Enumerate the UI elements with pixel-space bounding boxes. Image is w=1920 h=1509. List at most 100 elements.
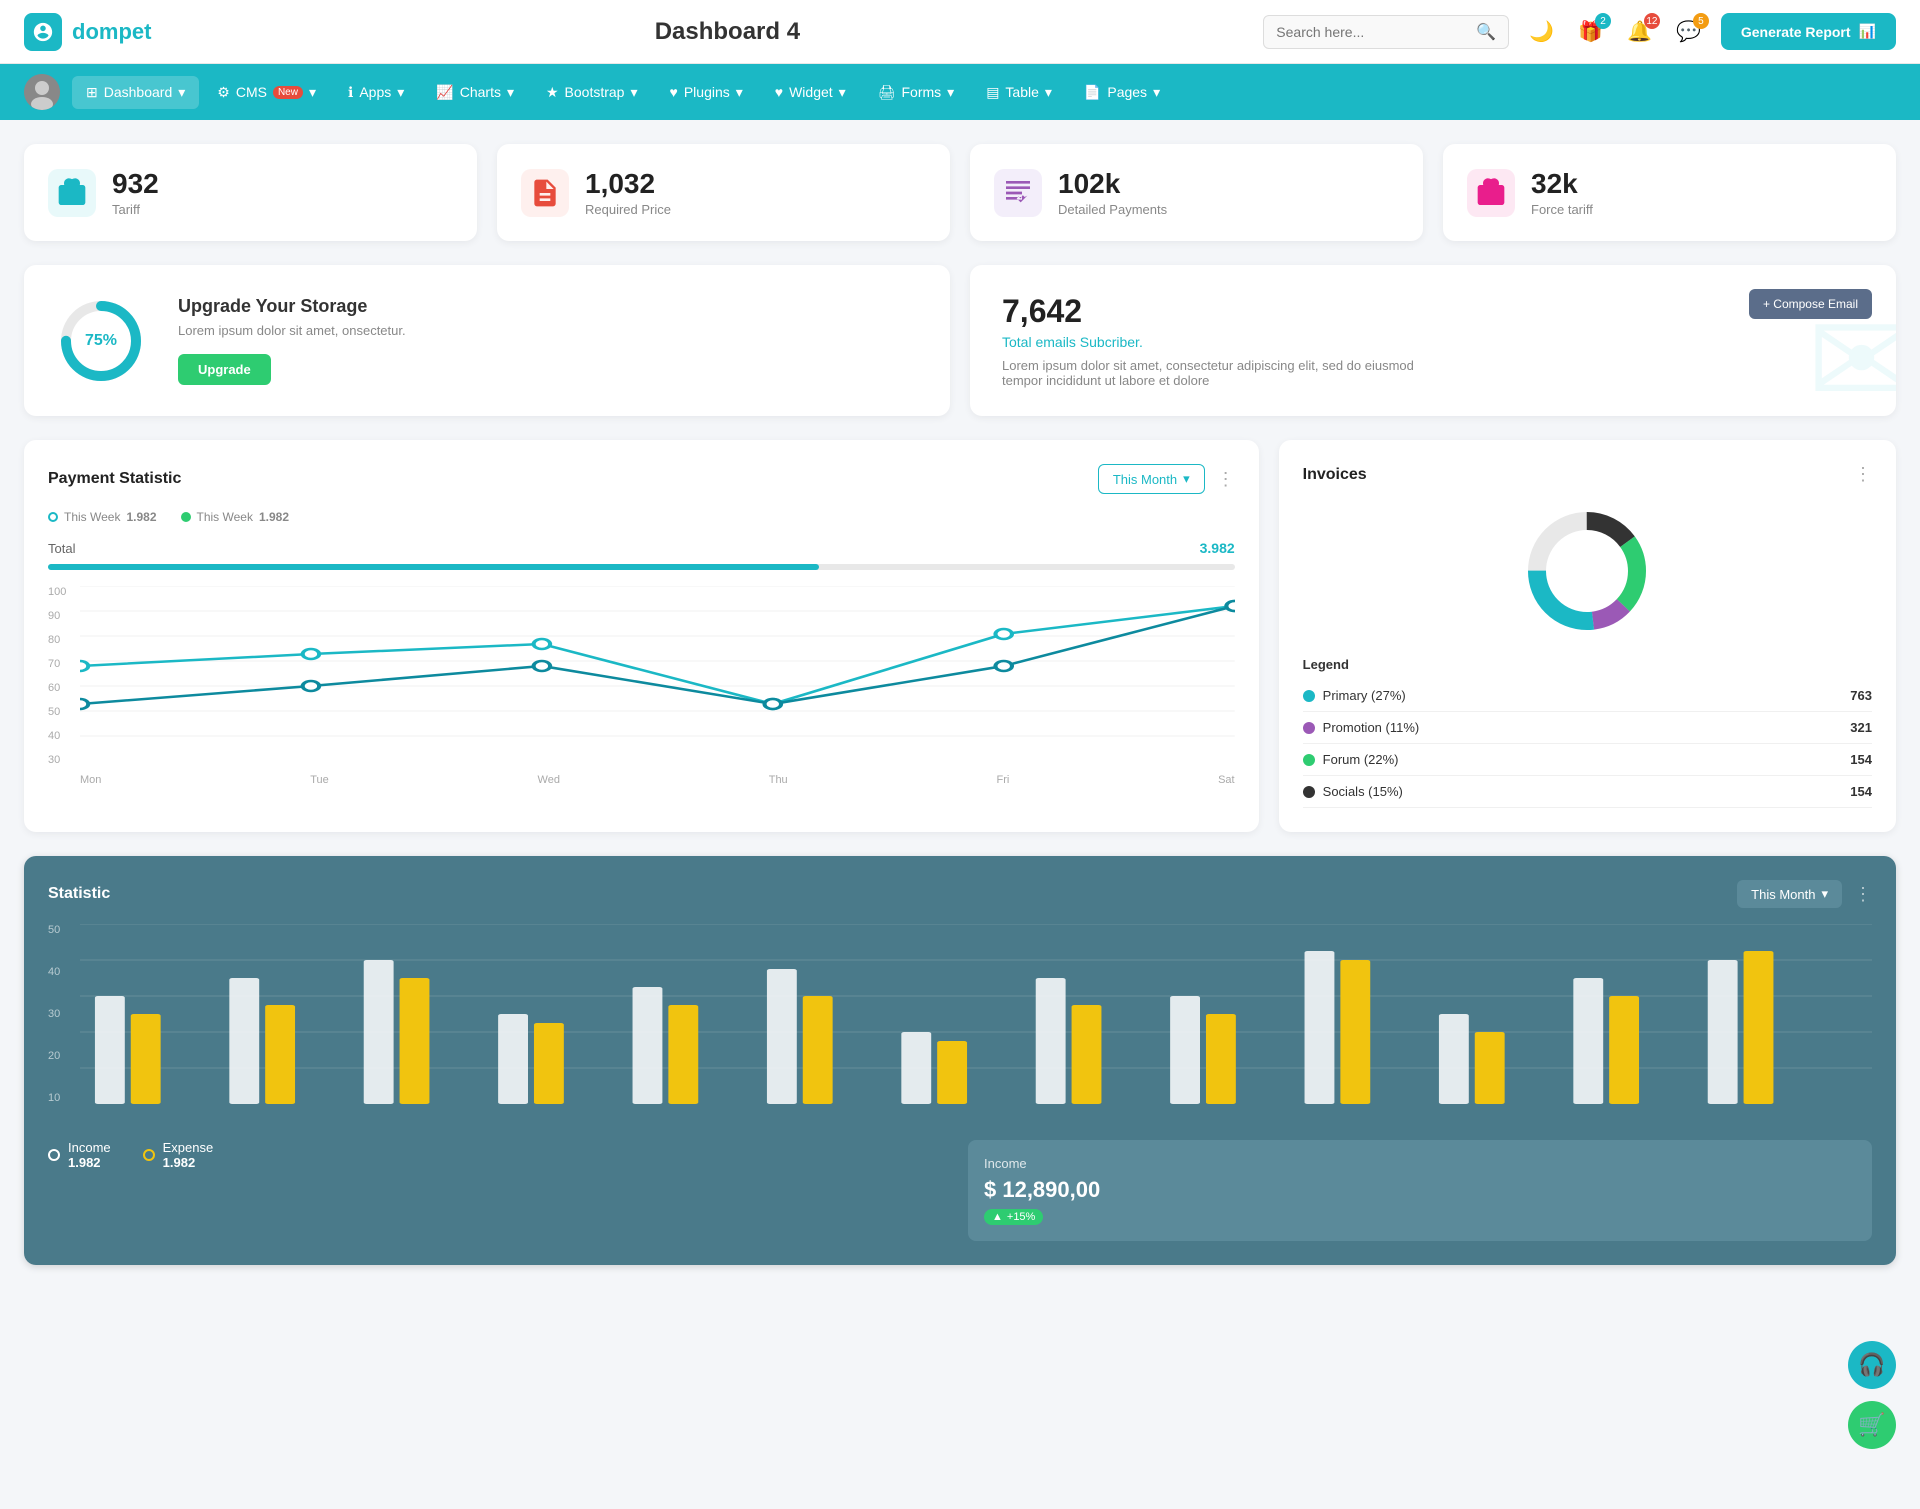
nav-item-forms[interactable]: 🖨 Forms ▾: [864, 76, 968, 109]
bootstrap-icon: ★: [546, 84, 559, 101]
widget-icon: ♥: [775, 84, 783, 100]
force-tariff-info: 32k Force tariff: [1531, 168, 1593, 217]
nav-label-dashboard: Dashboard: [104, 84, 173, 100]
required-price-label: Required Price: [585, 202, 671, 217]
bell-badge: 12: [1644, 13, 1660, 29]
invoices-donut-svg: [1517, 501, 1657, 641]
bell-btn[interactable]: 🔔 12: [1623, 15, 1656, 48]
expense-legend-val: 1.982: [163, 1155, 214, 1170]
generate-report-button[interactable]: Generate Report 📊: [1721, 13, 1896, 50]
payment-progress-bar: [48, 564, 1235, 570]
statistic-this-month-button[interactable]: This Month ▾: [1737, 880, 1842, 908]
charts-icon: 📈: [436, 84, 453, 101]
chat-badge: 5: [1693, 13, 1709, 29]
nav-item-cms[interactable]: ⚙ CMS New ▾: [203, 76, 330, 109]
legend-label-1: This Week: [64, 510, 120, 524]
legend-val-1: 1.982: [126, 510, 156, 524]
required-price-icon-container: [521, 169, 569, 217]
email-label: Total emails Subcriber.: [1002, 334, 1864, 350]
search-input[interactable]: [1276, 24, 1476, 40]
legend-dot-2: [181, 512, 191, 522]
float-action-button[interactable]: 🛒: [1848, 1401, 1896, 1449]
income-legend-info: Income 1.982: [68, 1140, 111, 1170]
stat-card-detailed-payments: 102k Detailed Payments: [970, 144, 1423, 241]
nav-item-widget[interactable]: ♥ Widget ▾: [761, 76, 860, 109]
chat-btn[interactable]: 💬 5: [1672, 15, 1705, 48]
statistic-menu-icon[interactable]: ⋮: [1854, 884, 1872, 905]
payment-menu-icon[interactable]: ⋮: [1217, 469, 1235, 490]
cms-badge: New: [273, 86, 303, 99]
required-price-icon: [529, 177, 561, 209]
nav-item-dashboard[interactable]: ⊞ Dashboard ▾: [72, 76, 199, 109]
statistic-bar-chart-area: 50 40 30 20 10: [48, 924, 1872, 1124]
legend-dot-1: [48, 512, 58, 522]
invoices-menu-icon[interactable]: ⋮: [1854, 464, 1872, 485]
storage-donut: 75%: [56, 296, 146, 386]
chevron-down-icon-payment: ▾: [1183, 471, 1190, 487]
payment-chart-area: 100 90 80 70 60 50 40 30: [48, 586, 1235, 786]
detailed-payments-icon: [1002, 177, 1034, 209]
force-tariff-icon: [1475, 177, 1507, 209]
payment-progress-fill: [48, 564, 819, 570]
promotion-color-dot: [1303, 722, 1315, 734]
payment-legend: This Week 1.982 This Week 1.982: [48, 510, 1235, 524]
moon-btn[interactable]: 🌙: [1525, 15, 1558, 48]
nav-label-forms: Forms: [901, 84, 941, 100]
upgrade-button[interactable]: Upgrade: [178, 354, 271, 385]
statistic-svg-container: [80, 924, 1872, 1104]
invoices-legend: Legend Primary (27%) 763 Promotion (11%)…: [1303, 657, 1872, 808]
expense-legend-label: Expense: [163, 1140, 214, 1155]
forum-count: 154: [1850, 752, 1872, 767]
legend-item-1: This Week 1.982: [48, 510, 157, 524]
storage-info: Upgrade Your Storage Lorem ipsum dolor s…: [178, 296, 406, 385]
nav-item-pages[interactable]: 📄 Pages ▾: [1070, 76, 1174, 109]
chevron-down-icon-apps: ▾: [397, 84, 404, 101]
stat-card-force-tariff: 32k Force tariff: [1443, 144, 1896, 241]
email-desc: Lorem ipsum dolor sit amet, consectetur …: [1002, 358, 1422, 388]
tariff-info: 932 Tariff: [112, 168, 159, 217]
nav-label-pages: Pages: [1107, 84, 1147, 100]
header: dompet Dashboard 4 🔍 🌙 🎁 2 🔔 12 💬 5 Gene…: [0, 0, 1920, 64]
nav-item-table[interactable]: ▤ Table ▾: [972, 76, 1066, 109]
main-content: 932 Tariff 1,032 Required Price: [0, 120, 1920, 1313]
float-support-button[interactable]: 🎧: [1848, 1341, 1896, 1389]
nav-label-charts: Charts: [460, 84, 501, 100]
chart-row: Payment Statistic This Month ▾ ⋮ This We…: [24, 440, 1896, 832]
chart-icon: 📊: [1859, 23, 1876, 40]
primary-color-dot: [1303, 690, 1315, 702]
gift-btn[interactable]: 🎁 2: [1574, 15, 1607, 48]
payment-this-month-button[interactable]: This Month ▾: [1098, 464, 1205, 494]
promotion-label: Promotion (11%): [1323, 720, 1420, 735]
invoices-title: Invoices: [1303, 466, 1367, 484]
dashboard-icon: ⊞: [86, 84, 98, 101]
chevron-down-icon-stat: ▾: [1821, 886, 1828, 902]
search-icon[interactable]: 🔍: [1476, 22, 1496, 42]
chevron-down-icon-bootstrap: ▾: [630, 84, 637, 101]
nav-avatar: [24, 74, 60, 110]
nav-item-apps[interactable]: ℹ Apps ▾: [334, 76, 418, 109]
nav-item-plugins[interactable]: ♥ Plugins ▾: [656, 76, 757, 109]
chevron-down-icon-widget: ▾: [839, 84, 846, 101]
primary-label: Primary (27%): [1323, 688, 1406, 703]
detailed-payments-label: Detailed Payments: [1058, 202, 1167, 217]
statistic-title: Statistic: [48, 885, 110, 903]
nav-label-plugins: Plugins: [684, 84, 730, 100]
this-month-label: This Month: [1113, 472, 1177, 487]
storage-desc: Lorem ipsum dolor sit amet, onsectetur.: [178, 323, 406, 338]
legend-left-promotion: Promotion (11%): [1303, 720, 1420, 735]
payment-card-header: Payment Statistic This Month ▾ ⋮: [48, 464, 1235, 494]
chart-x-labels: Mon Tue Wed Thu Fri Sat: [80, 774, 1235, 786]
payment-total-row: Total 3.982: [48, 540, 1235, 556]
socials-count: 154: [1850, 784, 1872, 799]
payment-title: Payment Statistic: [48, 470, 181, 488]
nav-label-bootstrap: Bootstrap: [565, 84, 625, 100]
nav-item-charts[interactable]: 📈 Charts ▾: [422, 76, 528, 109]
invoices-header: Invoices ⋮: [1303, 464, 1872, 485]
legend-row-primary: Primary (27%) 763: [1303, 680, 1872, 712]
nav-bar: ⊞ Dashboard ▾ ⚙ CMS New ▾ ℹ Apps ▾ 📈 Cha…: [0, 64, 1920, 120]
income-box-value: $ 12,890,00: [984, 1177, 1856, 1203]
email-card: + Compose Email 7,642 Total emails Subcr…: [970, 265, 1896, 416]
stat-card-required-price: 1,032 Required Price: [497, 144, 950, 241]
nav-item-bootstrap[interactable]: ★ Bootstrap ▾: [532, 76, 652, 109]
nav-label-widget: Widget: [789, 84, 833, 100]
